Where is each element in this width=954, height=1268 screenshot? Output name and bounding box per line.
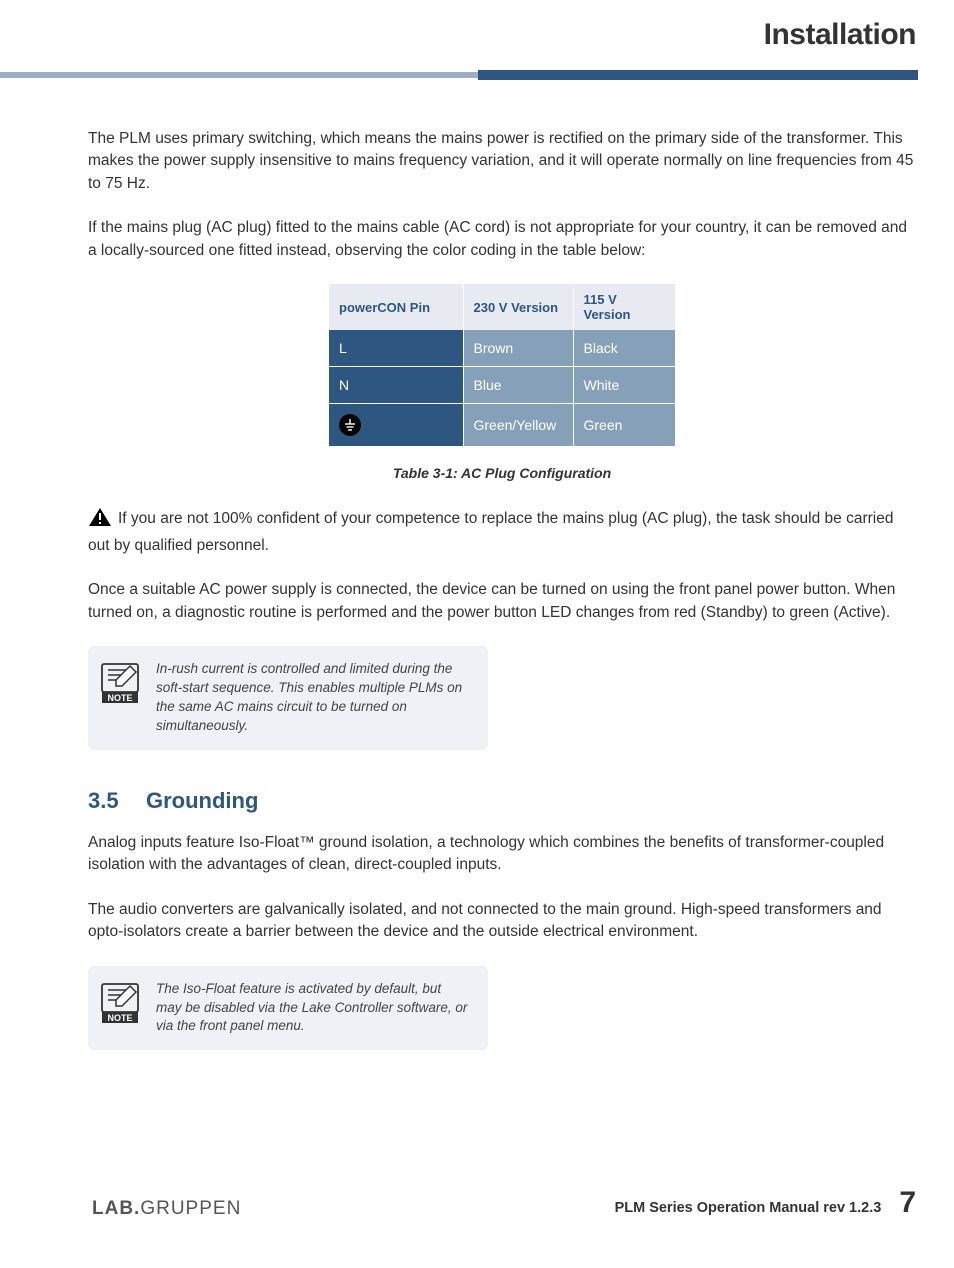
table-header: 230 V Version [463,284,573,330]
table-cell: Blue [463,367,573,404]
paragraph: If the mains plug (AC plug) fitted to th… [88,217,916,262]
table-row: Green/Yellow Green [329,404,675,447]
paragraph: Analog inputs feature Iso-Float™ ground … [88,832,916,877]
section-number: 3.5 [88,788,146,814]
svg-text:NOTE: NOTE [107,1013,132,1023]
table-cell: N [329,367,463,404]
warning-text: If you are not 100% confident of your co… [88,510,893,553]
table-header: 115 V Version [573,284,675,330]
table-cell: Brown [463,330,573,367]
table-caption: Table 3-1: AC Plug Configuration [88,465,916,481]
paragraph: The audio converters are galvanically is… [88,899,916,944]
header-rule [0,70,954,80]
warning-icon [88,507,112,534]
note-text: The Iso-Float feature is activated by de… [156,980,470,1037]
footer: LAB.GRUPPEN PLM Series Operation Manual … [92,1186,916,1220]
footer-right: PLM Series Operation Manual rev 1.2.3 7 [615,1186,916,1220]
table-header: powerCON Pin [329,284,463,330]
note-text: In-rush current is controlled and limite… [156,660,470,736]
logo-bold: LAB. [92,1198,140,1219]
ground-icon [339,414,361,436]
page-number: 7 [899,1186,916,1220]
table-cell: L [329,330,463,367]
page-title: Installation [764,18,916,52]
table-cell: Green [573,404,675,447]
paragraph: Once a suitable AC power supply is conne… [88,579,916,624]
table-cell: White [573,367,675,404]
table-row: N Blue White [329,367,675,404]
note-box: NOTE In-rush current is controlled and l… [88,646,488,750]
table-row: L Brown Black [329,330,675,367]
warning-paragraph: If you are not 100% confident of your co… [88,507,916,557]
content-area: The PLM uses primary switching, which me… [88,128,916,1088]
ac-plug-table: powerCON Pin 230 V Version 115 V Version… [329,284,675,447]
section-heading: 3.5Grounding [88,788,916,814]
note-icon: NOTE [100,662,142,709]
logo-light: GRUPPEN [140,1198,241,1219]
note-icon: NOTE [100,982,142,1029]
paragraph: The PLM uses primary switching, which me… [88,128,916,195]
brand-logo: LAB.GRUPPEN [92,1198,241,1220]
table-cell: Black [573,330,675,367]
note-box: NOTE The Iso-Float feature is activated … [88,966,488,1051]
table-cell-ground [329,404,463,447]
footer-text: PLM Series Operation Manual rev 1.2.3 [615,1200,882,1216]
section-title: Grounding [146,788,258,813]
table-cell: Green/Yellow [463,404,573,447]
svg-text:NOTE: NOTE [107,693,132,703]
